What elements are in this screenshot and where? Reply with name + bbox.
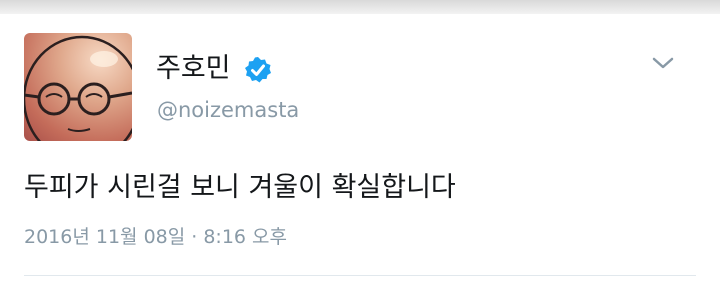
divider: [24, 275, 696, 276]
author-handle[interactable]: @noizemasta: [157, 96, 299, 124]
author-avatar[interactable]: [24, 33, 132, 141]
tweet-text: 두피가 시린걸 보니 겨울이 확실합니다: [24, 172, 456, 203]
top-shadow-bar: [0, 0, 720, 14]
tweet-timestamp[interactable]: 2016년 11월 08일 · 8:16 오후: [24, 224, 287, 250]
tweet-screen: 주호민 @noizemasta 두피가 시린걸 보니 겨울이 확실합니다 201…: [0, 0, 720, 283]
chevron-down-icon[interactable]: [650, 52, 676, 74]
caricature-avatar-icon: [24, 35, 132, 141]
verified-badge-icon: [245, 57, 271, 83]
author-display-name[interactable]: 주호민: [156, 52, 231, 86]
